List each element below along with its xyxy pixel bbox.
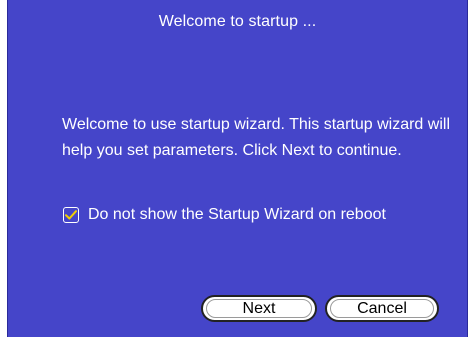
startup-wizard-dialog: Welcome to startup ... Welcome to use st… — [7, 0, 468, 337]
screen: Welcome to startup ... Welcome to use st… — [0, 0, 475, 337]
welcome-message: Welcome to use startup wizard. This star… — [62, 116, 450, 159]
dont-show-on-reboot-option[interactable]: Do not show the Startup Wizard on reboot — [63, 206, 386, 224]
dialog-title: Welcome to startup ... — [158, 13, 317, 30]
checkmark-icon — [65, 210, 77, 220]
cancel-button[interactable]: Cancel — [325, 295, 439, 322]
dont-show-on-reboot-label: Do not show the Startup Wizard on reboot — [88, 206, 386, 223]
dont-show-on-reboot-checkbox[interactable] — [63, 207, 79, 223]
next-button[interactable]: Next — [201, 295, 317, 322]
